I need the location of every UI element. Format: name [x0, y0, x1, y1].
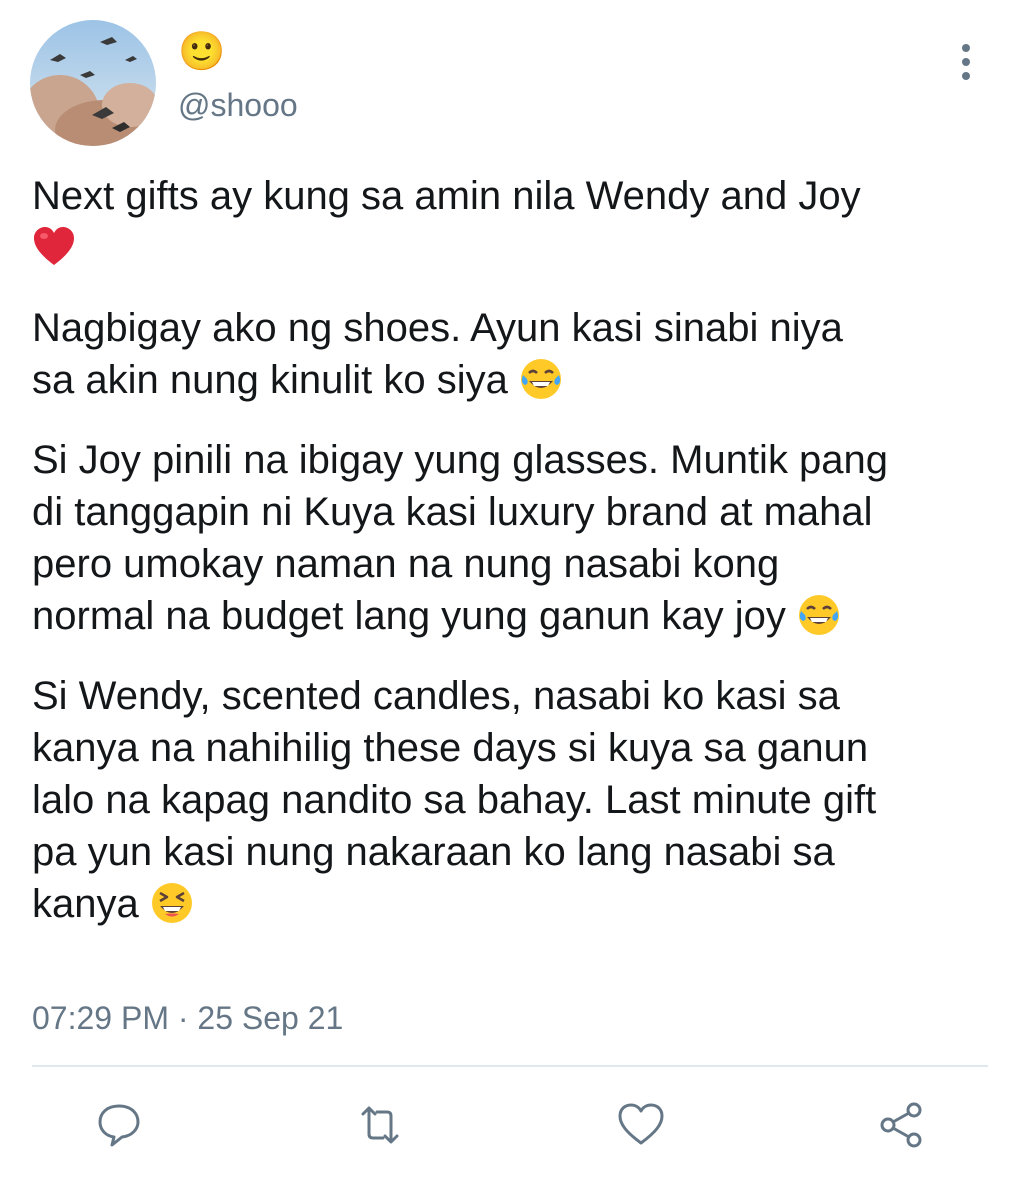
divider: [32, 1065, 988, 1067]
more-vertical-icon: [962, 44, 970, 80]
tweet-paragraph: Nagbigay ako ng shoes. Ayun kasi sinabi …: [32, 302, 987, 406]
reply-button[interactable]: [94, 1100, 144, 1150]
tweet-paragraph: Si Wendy, scented candles, nasabi ko kas…: [32, 670, 987, 930]
paragraph-text: Si Joy pinili na ibigay yung glasses. Mu…: [32, 438, 889, 638]
share-button[interactable]: [877, 1100, 927, 1150]
tweet: 🙂 @shooo Next gifts ay kung sa amin nila…: [0, 0, 1019, 1200]
tears-of-joy-icon: [520, 359, 561, 399]
tweet-paragraph: Si Joy pinili na ibigay yung glasses. Mu…: [32, 434, 987, 642]
heart-icon: [618, 1103, 664, 1145]
avatar-image: [30, 20, 156, 146]
red-heart-icon: [34, 227, 74, 265]
retweet-icon: [361, 1106, 399, 1144]
avatar[interactable]: [30, 20, 156, 146]
tears-of-joy-icon: [798, 595, 839, 635]
tweet-timestamp: 07:29 PM · 25 Sep 21: [32, 1000, 344, 1036]
share-icon: [880, 1102, 922, 1148]
grinning-squinting-icon: [151, 883, 192, 923]
tweet-paragraph: Next gifts ay kung sa amin nila Wendy an…: [32, 170, 987, 274]
handle[interactable]: @shooo: [178, 86, 298, 124]
more-options-button[interactable]: [948, 42, 984, 82]
paragraph-text: Next gifts ay kung sa amin nila Wendy an…: [32, 174, 861, 218]
display-name[interactable]: 🙂: [178, 30, 225, 74]
paragraph-text: Nagbigay ako ng shoes. Ayun kasi sinabi …: [32, 306, 843, 402]
retweet-button[interactable]: [355, 1100, 405, 1150]
action-bar: [0, 1100, 1019, 1150]
tweet-text: Next gifts ay kung sa amin nila Wendy an…: [32, 170, 987, 958]
like-button[interactable]: [616, 1100, 666, 1150]
reply-icon: [98, 1104, 140, 1147]
